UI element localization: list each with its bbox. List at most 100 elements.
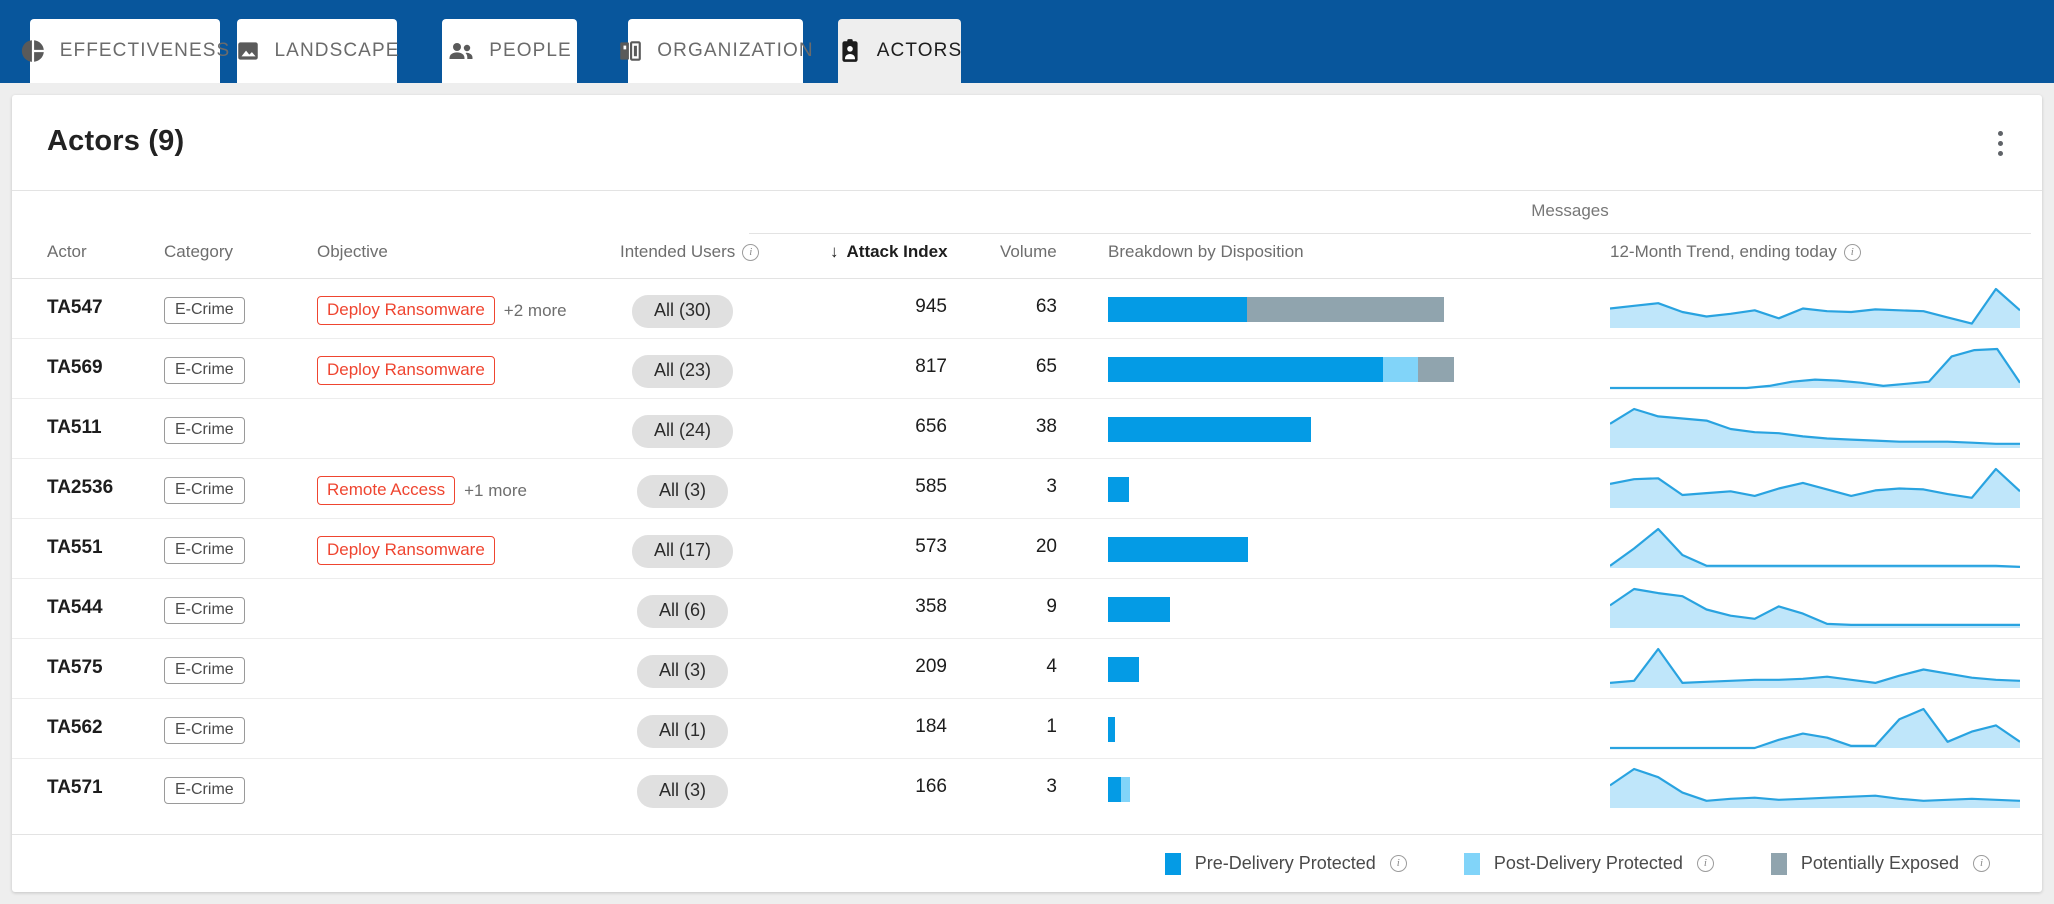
column-header-attack-index[interactable]: ↓ Attack Index [830,242,948,262]
objective-chip[interactable]: Deploy Ransomware [317,356,495,385]
table-group-header-row: Messages [12,191,2042,235]
cell-actor-name[interactable]: TA2536 [47,477,113,499]
intended-users-chip[interactable]: All (3) [637,475,728,508]
column-header-breakdown[interactable]: Breakdown by Disposition [1108,242,1304,262]
cell-breakdown-bar [1108,717,1115,742]
bar-segment-post-delivery-protected[interactable] [1383,357,1418,382]
table-row[interactable]: TA511E-CrimeAll (24)65638 [12,399,2042,459]
category-chip[interactable]: E-Crime [164,777,245,804]
cell-trend-sparkline[interactable] [1610,585,2020,633]
bar-segment-pre-delivery-protected[interactable] [1108,297,1247,322]
column-header-attack-index-label: Attack Index [847,242,948,262]
intended-users-chip[interactable]: All (6) [637,595,728,628]
cell-volume: 4 [967,656,1057,678]
pie-chart-icon [20,38,46,64]
cell-actor-name[interactable]: TA571 [47,777,103,799]
table-row[interactable]: TA571E-CrimeAll (3)1663 [12,759,2042,819]
cell-actor-name[interactable]: TA547 [47,297,103,319]
info-icon[interactable]: i [1844,244,1861,261]
cell-trend-sparkline[interactable] [1610,345,2020,393]
table-row[interactable]: TA575E-CrimeAll (3)2094 [12,639,2042,699]
bar-segment-potentially-exposed[interactable] [1247,297,1444,322]
objective-chip[interactable]: Remote Access [317,476,455,505]
intended-users-chip[interactable]: All (3) [637,775,728,808]
legend-item: Pre-Delivery Protectedi [1165,853,1407,875]
cell-intended-users: All (3) [620,475,745,508]
bar-segment-pre-delivery-protected[interactable] [1108,777,1121,802]
info-icon[interactable]: i [1973,855,1990,872]
cell-trend-sparkline[interactable] [1610,705,2020,753]
cell-actor-name[interactable]: TA575 [47,657,103,679]
cell-actor-name[interactable]: TA544 [47,597,103,619]
kebab-dot [1998,151,2003,156]
info-icon[interactable]: i [1390,855,1407,872]
column-header-category[interactable]: Category [164,242,233,262]
cell-actor-name[interactable]: TA562 [47,717,103,739]
badge-icon [837,38,863,64]
intended-users-chip[interactable]: All (23) [632,355,733,388]
intended-users-chip[interactable]: All (30) [632,295,733,328]
category-chip[interactable]: E-Crime [164,597,245,624]
bar-segment-pre-delivery-protected[interactable] [1108,657,1139,682]
intended-users-chip[interactable]: All (24) [632,415,733,448]
cell-trend-sparkline[interactable] [1610,465,2020,513]
objective-chip[interactable]: Deploy Ransomware [317,536,495,565]
bar-segment-potentially-exposed[interactable] [1418,357,1454,382]
category-chip[interactable]: E-Crime [164,417,245,444]
info-icon[interactable]: i [1697,855,1714,872]
column-header-actor[interactable]: Actor [47,242,87,262]
bar-segment-pre-delivery-protected[interactable] [1108,597,1170,622]
cell-actor-name[interactable]: TA569 [47,357,103,379]
cell-trend-sparkline[interactable] [1610,285,2020,333]
bar-segment-pre-delivery-protected[interactable] [1108,417,1311,442]
intended-users-chip[interactable]: All (3) [637,655,728,688]
category-chip[interactable]: E-Crime [164,477,245,504]
objective-more-label[interactable]: +1 more [464,481,527,501]
table-row[interactable]: TA2536 E-Crime Remote Access +1 more All (3)… [12,459,2042,519]
category-chip[interactable]: E-Crime [164,357,245,384]
column-header-objective[interactable]: Objective [317,242,388,262]
column-header-trend[interactable]: 12-Month Trend, ending today i [1610,242,1861,262]
category-chip[interactable]: E-Crime [164,717,245,744]
column-header-volume[interactable]: Volume [1000,242,1057,262]
table-row[interactable]: TA547 E-Crime Deploy Ransomware +2 more All … [12,279,2042,339]
category-chip[interactable]: E-Crime [164,297,245,324]
cell-volume: 9 [967,596,1057,618]
objective-chip[interactable]: Deploy Ransomware [317,296,495,325]
bar-segment-pre-delivery-protected[interactable] [1108,717,1115,742]
bar-segment-post-delivery-protected[interactable] [1121,777,1130,802]
tab-organization[interactable]: ORGANIZATION [628,19,803,83]
bar-segment-pre-delivery-protected[interactable] [1108,537,1248,562]
bar-segment-pre-delivery-protected[interactable] [1108,477,1129,502]
objective-more-label[interactable]: +2 more [504,301,567,321]
column-header-intended-users[interactable]: Intended Users i [620,242,759,262]
bar-segment-pre-delivery-protected[interactable] [1108,357,1383,382]
table-row[interactable]: TA551E-CrimeDeploy RansomwareAll (17)573… [12,519,2042,579]
sort-descending-icon: ↓ [830,242,839,262]
cell-actor-name[interactable]: TA511 [47,417,102,439]
category-chip[interactable]: E-Crime [164,657,245,684]
legend-label: Post-Delivery Protected [1494,853,1683,874]
column-header-trend-label: 12-Month Trend, ending today [1610,242,1837,262]
table-row[interactable]: TA562E-CrimeAll (1)1841 [12,699,2042,759]
category-chip[interactable]: E-Crime [164,537,245,564]
intended-users-chip[interactable]: All (17) [632,535,733,568]
cell-actor-name[interactable]: TA551 [47,537,103,559]
table-row[interactable]: TA569E-CrimeDeploy RansomwareAll (23)817… [12,339,2042,399]
tab-actors[interactable]: ACTORS [838,19,961,83]
cell-trend-sparkline[interactable] [1610,645,2020,693]
cell-trend-sparkline[interactable] [1610,405,2020,453]
more-options-button[interactable] [1978,121,2022,165]
intended-users-chip[interactable]: All (1) [637,715,728,748]
cell-intended-users: All (3) [620,775,745,808]
building-icon [617,38,643,64]
cell-trend-sparkline[interactable] [1610,765,2020,813]
tab-effectiveness[interactable]: EFFECTIVENESS [30,19,220,83]
kebab-dot [1998,141,2003,146]
tab-landscape[interactable]: LANDSCAPE [237,19,397,83]
cell-trend-sparkline[interactable] [1610,525,2020,573]
tab-people[interactable]: PEOPLE [442,19,577,83]
table-row[interactable]: TA544E-CrimeAll (6)3589 [12,579,2042,639]
info-icon[interactable]: i [742,244,759,261]
table-body: TA547 E-Crime Deploy Ransomware +2 more All … [12,279,2042,819]
